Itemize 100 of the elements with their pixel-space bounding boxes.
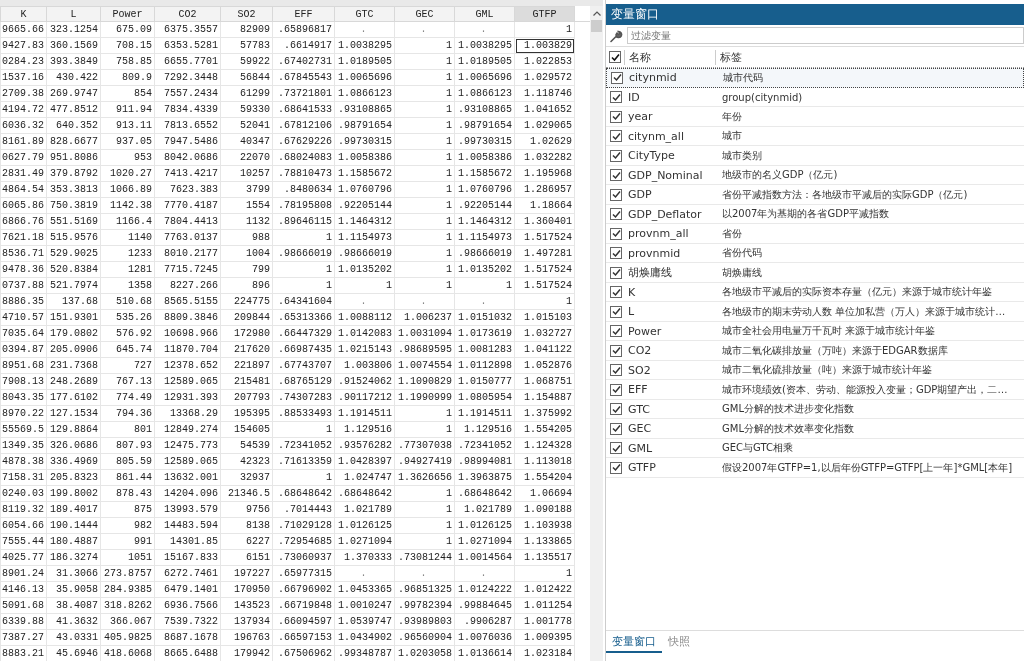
- wrench-icon[interactable]: [609, 28, 623, 43]
- table-cell: 7804.4413: [154, 213, 221, 230]
- column-header[interactable]: L: [46, 6, 101, 22]
- table-cell: 7770.4187: [154, 197, 221, 214]
- variable-row[interactable]: K 各地级市平减后的实际资本存量（亿元）来源于城市统计年鉴: [606, 282, 1024, 302]
- variable-row[interactable]: GTC GML分解的技术进步变化指数: [606, 399, 1024, 419]
- checkbox[interactable]: [610, 208, 622, 221]
- checkbox[interactable]: [610, 383, 622, 396]
- table-cell: 1.0760796: [334, 181, 395, 198]
- table-cell: 1: [394, 245, 455, 262]
- table-cell: 1.1990999: [394, 389, 455, 406]
- column-header[interactable]: SO2: [220, 6, 273, 22]
- column-header[interactable]: GEC: [394, 6, 455, 22]
- variable-row[interactable]: GEC GML分解的技术效率变化指数: [606, 419, 1024, 439]
- checkbox[interactable]: [610, 325, 622, 338]
- table-cell: 6151: [220, 549, 273, 566]
- checkbox[interactable]: [610, 266, 622, 279]
- variable-row[interactable]: citynmid 城市代码: [606, 68, 1024, 88]
- variable-row[interactable]: GDP_Nominal 地级市的名义GDP（亿元): [606, 165, 1024, 185]
- checkbox[interactable]: [610, 169, 622, 182]
- variable-row[interactable]: L 各地级市的期末劳动人数 单位加私营（万人）来源于城市统计…: [606, 302, 1024, 322]
- checkbox[interactable]: [610, 188, 622, 201]
- column-header[interactable]: GTFP: [514, 6, 575, 22]
- scroll-up-icon[interactable]: [592, 11, 601, 16]
- variable-label: 年份: [721, 109, 743, 124]
- table-cell: 205.0906: [46, 341, 101, 358]
- table-cell: 1.041122: [514, 341, 575, 358]
- table-cell: 55569.5: [0, 421, 47, 438]
- variable-label: 省份代码: [721, 246, 763, 261]
- variable-row[interactable]: citynm_all 城市: [606, 126, 1024, 146]
- checkbox[interactable]: [610, 344, 622, 357]
- variable-row[interactable]: provnm_all 省份: [606, 224, 1024, 244]
- column-header[interactable]: Power: [100, 6, 155, 22]
- table-cell: .67743707: [272, 357, 335, 374]
- table-cell: 1.0866123: [454, 85, 515, 102]
- variable-row[interactable]: GTFP 假设2007年GTFP=1,以后年份GTFP=GTFP[上一年]*GML[本年]: [606, 458, 1024, 478]
- table-cell: 1: [394, 485, 455, 502]
- column-header[interactable]: GML: [454, 6, 515, 22]
- column-header[interactable]: 标签: [715, 49, 1024, 65]
- column-header[interactable]: K: [0, 6, 47, 22]
- checkbox[interactable]: [610, 91, 622, 104]
- variable-row[interactable]: Power 城市全社会用电量万千瓦时 来源于城市统计年鉴: [606, 321, 1024, 341]
- variable-row[interactable]: EFF 城市环境绩效(资本、劳动、能源投入变量；GDP期望产出，二…: [606, 380, 1024, 400]
- filter-field[interactable]: 过滤变量: [627, 27, 1024, 44]
- table-cell: .99782394: [394, 597, 455, 614]
- checkbox[interactable]: [610, 227, 622, 240]
- variable-row[interactable]: 胡焕庸线 胡焕庸线: [606, 263, 1024, 283]
- variable-row[interactable]: GDP_Deflator 以2007年为基期的各省GDP平减指数: [606, 204, 1024, 224]
- checkbox[interactable]: [610, 149, 622, 162]
- vertical-scrollbar[interactable]: [590, 6, 603, 661]
- variable-row[interactable]: ID group(citynmid): [606, 87, 1024, 107]
- table-cell: 7947.5486: [154, 133, 221, 150]
- table-cell: 14204.096: [154, 485, 221, 502]
- checkbox[interactable]: [610, 286, 622, 299]
- checkbox[interactable]: [610, 110, 622, 123]
- variable-row[interactable]: CityType 城市类别: [606, 146, 1024, 166]
- table-cell: .74307283: [272, 389, 335, 406]
- column-header[interactable]: EFF: [272, 6, 335, 22]
- column-header[interactable]: GTC: [334, 6, 395, 22]
- column-header[interactable]: 名称: [624, 49, 715, 65]
- table-cell: 1: [394, 229, 455, 246]
- variable-row[interactable]: SO2 城市二氧化硫排放量（吨）来源于城市统计年鉴: [606, 360, 1024, 380]
- table-cell: 405.9825: [100, 629, 155, 646]
- checkbox[interactable]: [610, 442, 622, 455]
- table-cell: 1.0760796: [454, 181, 515, 198]
- checkbox[interactable]: [610, 422, 622, 435]
- variable-row[interactable]: GDP 省份平减指数方法：各地级市平减后的实际GDP（亿元): [606, 185, 1024, 205]
- variable-row[interactable]: CO2 城市二氧化碳排放量（万吨）来源于EDGAR数据库: [606, 341, 1024, 361]
- checkbox[interactable]: [610, 247, 622, 260]
- table-cell: 172980: [220, 325, 273, 342]
- table-cell: 8010.2177: [154, 245, 221, 262]
- table-cell: .66796902: [272, 581, 335, 598]
- checkbox[interactable]: [610, 461, 622, 474]
- table-cell: 1: [394, 501, 455, 518]
- table-cell: 750.3819: [46, 197, 101, 214]
- checkbox[interactable]: [610, 130, 622, 143]
- variable-row[interactable]: provnmid 省份代码: [606, 243, 1024, 263]
- table-cell: 535.26: [100, 309, 155, 326]
- checkbox[interactable]: [609, 51, 621, 63]
- checkbox[interactable]: [610, 403, 622, 416]
- table-cell: 7292.3448: [154, 69, 221, 86]
- variable-name: L: [627, 305, 636, 319]
- variable-label: group(citynmid): [721, 91, 804, 103]
- table-cell: 1.001778: [514, 613, 575, 630]
- table-cell: 1.1585672: [334, 165, 395, 182]
- column-header[interactable]: CO2: [154, 6, 221, 22]
- table-cell: .96560904: [394, 629, 455, 646]
- table-cell: 1537.16: [0, 69, 47, 86]
- scrollbar-thumb[interactable]: [591, 20, 602, 32]
- checkbox[interactable]: [610, 305, 622, 318]
- table-cell: 7539.7322: [154, 613, 221, 630]
- table-cell: 1.0076036: [454, 629, 515, 646]
- table-cell: 143523: [220, 597, 273, 614]
- checkbox[interactable]: [611, 71, 623, 84]
- variable-row[interactable]: GML GEC与GTC相乘: [606, 438, 1024, 458]
- table-cell: 7715.7245: [154, 261, 221, 278]
- checkbox[interactable]: [610, 364, 622, 377]
- table-cell: .68641533: [272, 101, 335, 118]
- variable-label: 城市代码: [722, 70, 764, 85]
- variable-row[interactable]: year 年份: [606, 107, 1024, 127]
